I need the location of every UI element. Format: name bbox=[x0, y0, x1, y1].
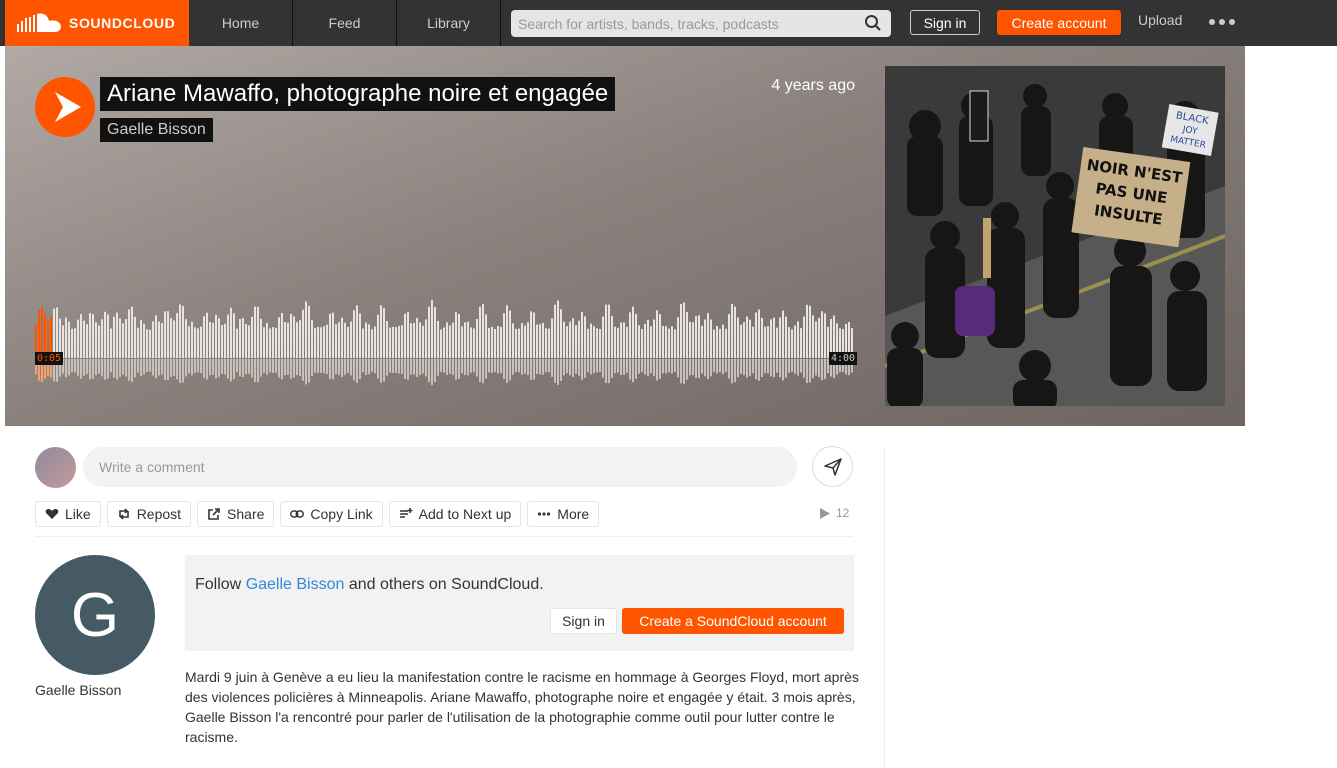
like-label: Like bbox=[65, 506, 91, 522]
track-description: Mardi 9 juin à Genève a eu lieu la manif… bbox=[185, 669, 859, 745]
play-button[interactable] bbox=[35, 77, 95, 137]
follow-sign-in-button[interactable]: Sign in bbox=[550, 608, 617, 634]
comment-input[interactable] bbox=[83, 447, 797, 487]
waveform[interactable] bbox=[35, 296, 855, 396]
uploader-name-link[interactable]: Gaelle Bisson bbox=[35, 682, 121, 698]
posted-time: 4 years ago bbox=[771, 77, 855, 94]
search-input[interactable] bbox=[511, 10, 891, 37]
follow-user-link[interactable]: Gaelle Bisson bbox=[246, 576, 345, 593]
column-divider bbox=[884, 446, 885, 768]
uploader-avatar[interactable]: G bbox=[35, 555, 155, 675]
play-count-value: 12 bbox=[836, 506, 850, 520]
copy-link-button[interactable]: Copy Link bbox=[280, 501, 383, 527]
follow-prefix: Follow bbox=[195, 576, 246, 593]
like-button[interactable]: Like bbox=[35, 501, 101, 527]
queue-icon bbox=[399, 508, 413, 518]
total-duration: 4:00 bbox=[829, 352, 858, 365]
repost-button[interactable]: Repost bbox=[106, 501, 192, 527]
play-count-icon bbox=[820, 507, 830, 519]
add-to-next-up-label: Add to Next up bbox=[418, 506, 512, 522]
follow-prompt: Follow Gaelle Bisson and others on Sound… bbox=[185, 555, 854, 651]
actions-divider bbox=[35, 536, 853, 537]
cover-photo: NOIR N'EST PAS UNE INSULTE BLACK JOY MAT… bbox=[885, 66, 1225, 406]
play-count: 12 bbox=[820, 506, 849, 520]
share-icon bbox=[208, 508, 220, 520]
track-title: Ariane Mawaffo, photographe noire et eng… bbox=[100, 77, 616, 111]
top-navigation-bar: SOUNDCLOUD Home Feed Library Sign in Cre… bbox=[0, 0, 1337, 46]
soundcloud-cloud-icon bbox=[17, 13, 61, 32]
create-soundcloud-account-button[interactable]: Create a SoundCloud account bbox=[622, 608, 844, 634]
follow-suffix: and others on SoundCloud. bbox=[344, 576, 544, 593]
track-artist-link[interactable]: Gaelle Bisson bbox=[100, 118, 213, 142]
track-cover-image[interactable]: NOIR N'EST PAS UNE INSULTE BLACK JOY MAT… bbox=[885, 66, 1225, 406]
nav-feed[interactable]: Feed bbox=[293, 0, 397, 46]
play-icon bbox=[54, 92, 81, 122]
ellipsis-icon bbox=[538, 512, 551, 516]
current-user-avatar bbox=[35, 447, 76, 488]
send-comment-button[interactable] bbox=[812, 446, 853, 487]
search-icon[interactable] bbox=[864, 14, 882, 32]
nav-library[interactable]: Library bbox=[397, 0, 501, 46]
heart-icon bbox=[45, 509, 59, 519]
soundcloud-logo[interactable]: SOUNDCLOUD bbox=[5, 0, 189, 46]
sign-in-button[interactable]: Sign in bbox=[910, 10, 980, 35]
track-hero: Ariane Mawaffo, photographe noire et eng… bbox=[5, 46, 1245, 426]
more-label: More bbox=[557, 506, 590, 522]
repost-label: Repost bbox=[136, 506, 182, 522]
track-actions: Like Repost Share Copy Link Add to Next … bbox=[35, 501, 600, 527]
send-icon bbox=[823, 457, 842, 476]
share-button[interactable]: Share bbox=[197, 501, 275, 527]
logo-text: SOUNDCLOUD bbox=[69, 15, 176, 31]
add-to-next-up-button[interactable]: Add to Next up bbox=[388, 501, 522, 527]
upload-link[interactable]: Upload bbox=[1138, 12, 1182, 28]
follow-text: Follow Gaelle Bisson and others on Sound… bbox=[195, 576, 544, 594]
link-icon bbox=[290, 510, 305, 518]
create-account-button[interactable]: Create account bbox=[997, 10, 1121, 35]
share-label: Share bbox=[227, 506, 265, 522]
nav-home[interactable]: Home bbox=[189, 0, 293, 46]
current-time: 0:05 bbox=[35, 352, 64, 365]
copy-link-label: Copy Link bbox=[310, 506, 373, 522]
more-button[interactable]: More bbox=[527, 501, 600, 527]
repost-icon bbox=[118, 508, 129, 520]
more-options-icon[interactable] bbox=[1209, 12, 1235, 32]
waveform-bars[interactable] bbox=[35, 296, 855, 396]
